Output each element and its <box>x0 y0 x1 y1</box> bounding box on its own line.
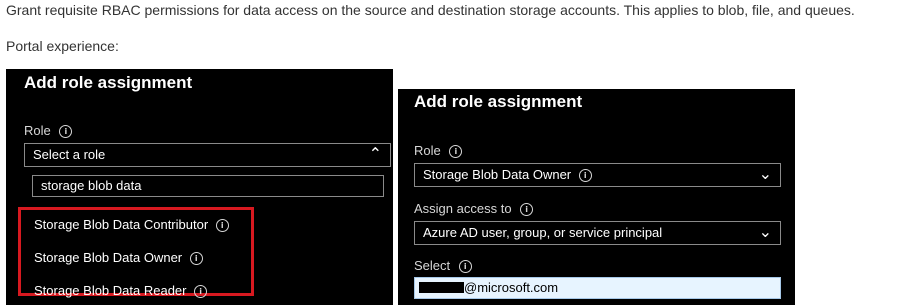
role-option-storage-blob-data-reader[interactable]: Storage Blob Data Reader i <box>34 283 208 299</box>
assign-access-label-text: Assign access to <box>414 201 512 216</box>
role-option-label: Storage Blob Data Contributor <box>34 217 209 232</box>
select-email-domain: @microsoft.com <box>464 280 559 295</box>
right-role-label-text: Role <box>414 143 441 158</box>
highlighted-role-options: Storage Blob Data Contributor i Storage … <box>18 207 254 299</box>
assign-access-label: Assign access to i <box>414 201 534 217</box>
left-role-label-text: Role <box>24 123 51 138</box>
right-panel-title: Add role assignment <box>414 92 583 111</box>
chevron-up-icon[interactable]: ⌃ <box>369 144 382 164</box>
info-icon[interactable]: i <box>449 145 463 159</box>
right-role-label: Role i <box>414 143 463 159</box>
info-icon[interactable]: i <box>458 260 472 274</box>
left-role-dropdown-value: Select a role <box>33 147 106 162</box>
select-label: Select i <box>414 258 472 274</box>
role-option-label: Storage Blob Data Reader <box>34 283 187 298</box>
assign-access-dropdown[interactable]: Azure AD user, group, or service princip… <box>414 221 781 245</box>
right-role-dropdown[interactable]: Storage Blob Data Owner i ⌄ <box>414 163 781 187</box>
left-panel-title: Add role assignment <box>24 73 193 92</box>
role-option-storage-blob-data-owner[interactable]: Storage Blob Data Owner i <box>34 250 203 266</box>
assign-access-dropdown-value: Azure AD user, group, or service princip… <box>423 225 663 240</box>
chevron-down-icon[interactable]: ⌄ <box>759 222 772 242</box>
select-label-text: Select <box>414 258 451 273</box>
info-icon[interactable]: i <box>189 252 203 266</box>
info-icon[interactable]: i <box>215 219 229 233</box>
role-search-input[interactable]: storage blob data <box>32 175 384 197</box>
role-option-label: Storage Blob Data Owner <box>34 250 183 265</box>
intro-text: Grant requisite RBAC permissions for dat… <box>6 2 855 18</box>
role-option-storage-blob-data-contributor[interactable]: Storage Blob Data Contributor i <box>34 217 229 233</box>
info-icon[interactable]: i <box>578 169 592 183</box>
left-role-dropdown[interactable]: Select a role ⌃ <box>24 143 391 167</box>
right-role-dropdown-value: Storage Blob Data Owner <box>423 167 572 182</box>
documentation-page: Grant requisite RBAC permissions for dat… <box>0 0 903 305</box>
info-icon[interactable]: i <box>59 125 73 139</box>
info-icon[interactable]: i <box>520 203 534 217</box>
chevron-down-icon[interactable]: ⌄ <box>759 164 772 184</box>
select-principal-input[interactable]: @microsoft.com <box>414 277 781 299</box>
redacted-username <box>419 282 464 293</box>
left-add-role-assignment-panel: Add role assignment Role i Select a role… <box>6 69 393 305</box>
portal-experience-label: Portal experience: <box>6 38 119 54</box>
left-role-label: Role i <box>24 123 73 139</box>
right-add-role-assignment-panel: Add role assignment Role i Storage Blob … <box>398 89 795 305</box>
info-icon[interactable]: i <box>194 285 208 299</box>
